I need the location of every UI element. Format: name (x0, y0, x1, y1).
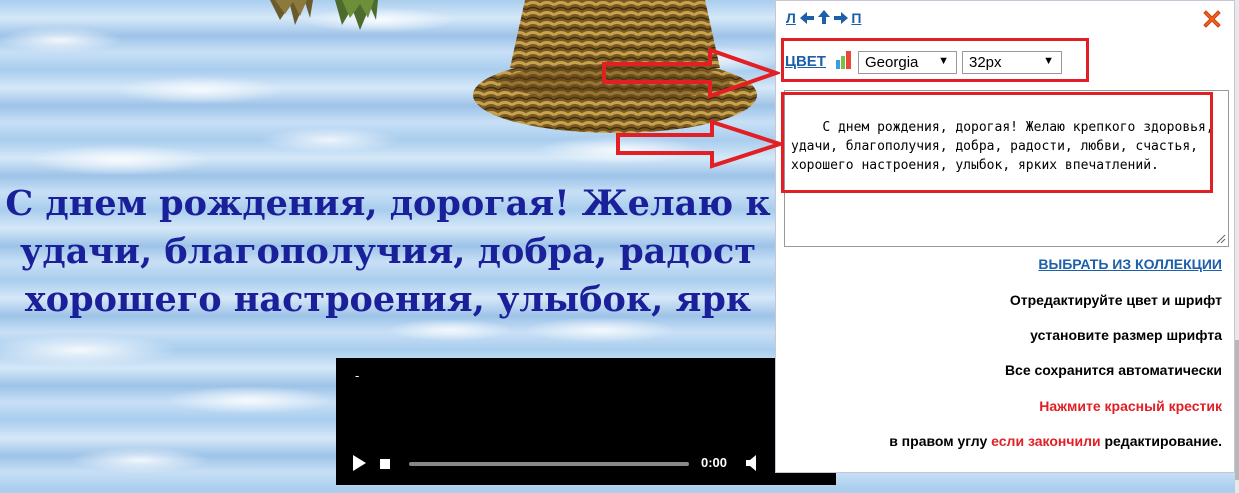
arrow-right-icon[interactable] (833, 12, 848, 24)
font-select-value: Georgia (865, 54, 919, 71)
greeting-text: С днем рождения, дорогая! Желаю к удачи,… (0, 180, 788, 324)
highlight-box-textarea (781, 92, 1213, 193)
greeting-line-1: С днем рождения, дорогая! Желаю к (5, 183, 771, 224)
annotation-arrow-toolbar (602, 47, 780, 99)
move-left-link[interactable]: Л (786, 10, 796, 26)
info-line-5: в правом углу если закончили редактирова… (889, 433, 1222, 449)
info-line-4: Нажмите красный крестик (1039, 398, 1222, 414)
play-icon[interactable] (351, 454, 367, 472)
audio-player: - 0:00 (336, 358, 836, 485)
resize-grip-icon[interactable] (1216, 234, 1226, 244)
greeting-line-2: удачи, благополучия, добра, радост (19, 231, 757, 272)
volume-icon[interactable] (745, 455, 761, 471)
info-line-2: установите размер шрифта (1030, 327, 1222, 343)
flower-decoration-2 (335, 0, 378, 30)
close-icon[interactable] (1203, 10, 1221, 28)
move-right-link[interactable]: П (851, 10, 861, 26)
time-display: 0:00 (701, 455, 728, 470)
color-swatch-icon[interactable] (835, 50, 853, 70)
size-select[interactable]: 32px ▼ (962, 51, 1062, 74)
greeting-line-3: хорошего настроения, улыбок, ярк (24, 279, 752, 320)
font-select[interactable]: Georgia ▼ (858, 51, 957, 74)
chevron-down-icon: ▼ (938, 55, 949, 67)
info-line-5-highlight: если закончили (991, 433, 1101, 449)
editor-panel: Л П ЦВЕТ Georgia ▼ 32px ▼ С днем рождени… (775, 0, 1235, 473)
choose-from-collection-link[interactable]: ВЫБРАТЬ ИЗ КОЛЛЕКЦИИ (1038, 256, 1222, 272)
annotation-arrow-textarea (616, 119, 784, 169)
info-line-3: Все сохранится автоматически (1004, 362, 1222, 378)
progress-track[interactable] (409, 462, 689, 466)
page-scrollbar[interactable] (1235, 0, 1239, 493)
flower-decoration (270, 0, 313, 25)
size-select-value: 32px (969, 54, 1002, 71)
scrollbar-thumb[interactable] (1235, 340, 1239, 480)
chevron-down-icon: ▼ (1043, 55, 1054, 67)
info-line-5-end: редактирование. (1100, 433, 1222, 449)
info-line-1: Отредактируйте цвет и шрифт (1009, 292, 1222, 308)
stop-icon[interactable] (380, 459, 390, 469)
info-line-5-start: в правом углу (889, 433, 992, 449)
arrow-up-icon[interactable] (817, 10, 830, 24)
color-link[interactable]: ЦВЕТ (785, 53, 826, 70)
track-title: - (355, 368, 360, 383)
arrow-left-icon[interactable] (799, 12, 814, 24)
position-arrows: Л П (786, 10, 861, 26)
